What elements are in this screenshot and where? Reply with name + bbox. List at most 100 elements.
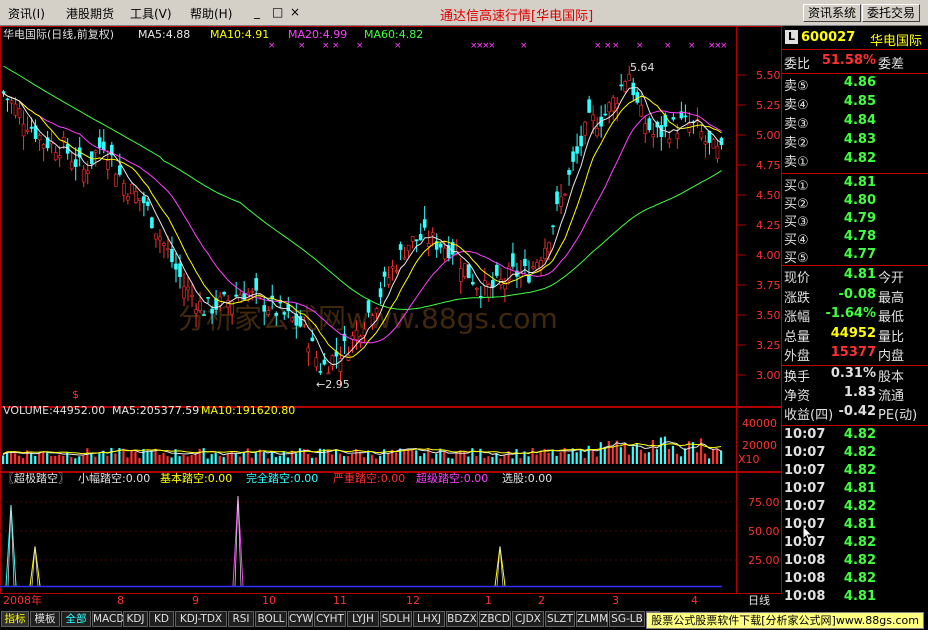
indicator-axis: 75.00 50.00 25.00	[748, 496, 780, 567]
volume-bar	[314, 457, 318, 464]
stat-1-value: -0.08	[838, 286, 876, 302]
price-tick: 4.25	[756, 219, 781, 232]
volume-bar	[483, 457, 486, 464]
menu-info[interactable]: 资讯(I)	[8, 5, 45, 22]
price-tick: 3.75	[756, 279, 781, 292]
indicator-spike	[29, 546, 41, 587]
tab-zlmm[interactable]: ZLMM	[576, 611, 608, 627]
tab-cyht[interactable]: CYHT	[314, 611, 346, 627]
volume-bar	[443, 451, 446, 464]
volume-bar	[367, 450, 370, 464]
candle-body	[290, 317, 295, 322]
tab-sg-lb[interactable]: SG-LB	[609, 611, 645, 627]
high-annotation: 5.64	[630, 61, 655, 74]
tab--[interactable]: 模板	[30, 611, 60, 627]
indicator-name: 〖超极踏空〗	[3, 471, 69, 485]
bid-3-label: 买③	[784, 215, 809, 230]
restore-icon[interactable]: □	[272, 5, 283, 19]
price-tick: 4.00	[756, 249, 781, 262]
candle-body	[603, 113, 607, 116]
stat2-1-value: 1.83	[843, 385, 876, 400]
signal-x-icon: ×	[268, 41, 276, 51]
trade-button[interactable]: 委托交易	[862, 4, 921, 22]
tab-bdzx[interactable]: BDZX	[446, 611, 478, 627]
tab-cyw[interactable]: CYW	[288, 611, 313, 627]
tab-kd[interactable]: KD	[149, 611, 174, 627]
volume-bar	[14, 453, 17, 464]
info-system-button[interactable]: 资讯系统	[803, 4, 862, 22]
candle-body	[651, 134, 656, 138]
stat2-2-label: 收益(四)	[784, 408, 834, 423]
volume-bar	[346, 456, 350, 464]
candle-body	[1, 91, 6, 94]
tab-kdj-tdx[interactable]: KDJ-TDX	[175, 611, 227, 627]
volume-bar	[551, 449, 554, 464]
tab-macd[interactable]: MACD	[92, 611, 124, 627]
tick-time: 10:08	[784, 553, 826, 568]
ad-banner[interactable]: 股票公式股票软件下载[分析家公式网]www.88gs.com	[646, 612, 924, 629]
candle-body	[57, 155, 62, 159]
bid-2-value: 4.80	[843, 193, 876, 208]
signal-x-icon: ×	[394, 41, 402, 51]
candle-body	[130, 183, 134, 195]
tab--[interactable]: 指标	[1, 611, 29, 627]
tab-boll[interactable]: BOLL	[255, 611, 287, 627]
tab-sdlh[interactable]: SDLH	[380, 611, 412, 627]
volume-bar	[178, 456, 181, 464]
tab-rsi[interactable]: RSI	[228, 611, 254, 627]
volume-bar	[711, 449, 715, 464]
stat-1-label2: 最高	[878, 290, 905, 306]
tab-lhxj[interactable]: LHXJ	[413, 611, 445, 627]
chart-area[interactable]: 华电国际(日线,前复权) MA5:4.88 MA10:4.91 MA20:4.9…	[0, 26, 782, 609]
candle-body	[587, 99, 591, 113]
tab-lyjh[interactable]: LYJH	[347, 611, 379, 627]
signal-x-icon: ×	[322, 41, 330, 51]
candle-body	[150, 217, 154, 229]
dollar-marker-icon: $	[72, 388, 79, 401]
ask-4-row: 卖④ 4.85	[782, 94, 928, 113]
tab-slzt[interactable]: SLZT	[545, 611, 575, 627]
candle-body	[430, 232, 435, 236]
minimize-icon[interactable]: _	[254, 5, 260, 19]
ma20-label: MA20:4.99	[288, 28, 347, 41]
volume-bar	[567, 453, 570, 464]
price-tick: 3.25	[756, 339, 781, 352]
stat2-2-value: -0.42	[838, 404, 876, 419]
stat-4-row: 外盘 15377 内盘	[782, 345, 928, 364]
stat2-0-label2: 股本	[878, 370, 905, 385]
tab--[interactable]: 全部	[61, 611, 91, 627]
ask-1-row: 卖① 4.82	[782, 151, 928, 170]
candle-body	[535, 262, 539, 270]
volume-bar	[707, 458, 711, 464]
period-label[interactable]: 日线	[748, 593, 770, 607]
tab-zbcd[interactable]: ZBCD	[479, 611, 511, 627]
menu-hk-futures[interactable]: 港股期货	[66, 5, 114, 22]
volume-bar	[290, 450, 293, 464]
tick-time: 10:07	[784, 535, 826, 550]
ask-3-value: 4.84	[843, 113, 876, 128]
candle-body	[579, 135, 583, 147]
menu-help[interactable]: 帮助(H)	[190, 5, 232, 22]
candle-body	[17, 108, 22, 118]
ask-2-label: 卖②	[784, 136, 809, 151]
month-label: 9	[192, 594, 199, 607]
indicator-basic: 基本踏空:0.00	[160, 471, 232, 485]
tick-row: 10:08 4.82	[782, 553, 928, 572]
close-icon[interactable]: ×	[290, 5, 300, 19]
tab-kdj[interactable]: KDJ	[123, 611, 148, 627]
indicator-header: 〖超极踏空〗 小幅踏空:0.00 基本踏空:0.00 完全踏空:0.00 严重踏…	[3, 471, 552, 485]
volume-bar	[274, 457, 277, 464]
candle-body	[659, 125, 664, 138]
candle-body	[511, 253, 515, 267]
volume-bar	[138, 457, 141, 464]
level-icon[interactable]: L	[785, 30, 798, 44]
volume-bar	[182, 454, 185, 464]
candle-body	[354, 329, 359, 340]
candle-body	[531, 266, 535, 269]
volume-axis: 40000 20000 X10	[738, 417, 777, 466]
tab-cjdx[interactable]: CJDX	[512, 611, 544, 627]
candle-body	[282, 312, 287, 315]
menu-tools[interactable]: 工具(V)	[130, 5, 172, 22]
indicator-small: 小幅踏空:0.00	[78, 471, 150, 485]
signal-x-icon: ×	[356, 41, 364, 51]
